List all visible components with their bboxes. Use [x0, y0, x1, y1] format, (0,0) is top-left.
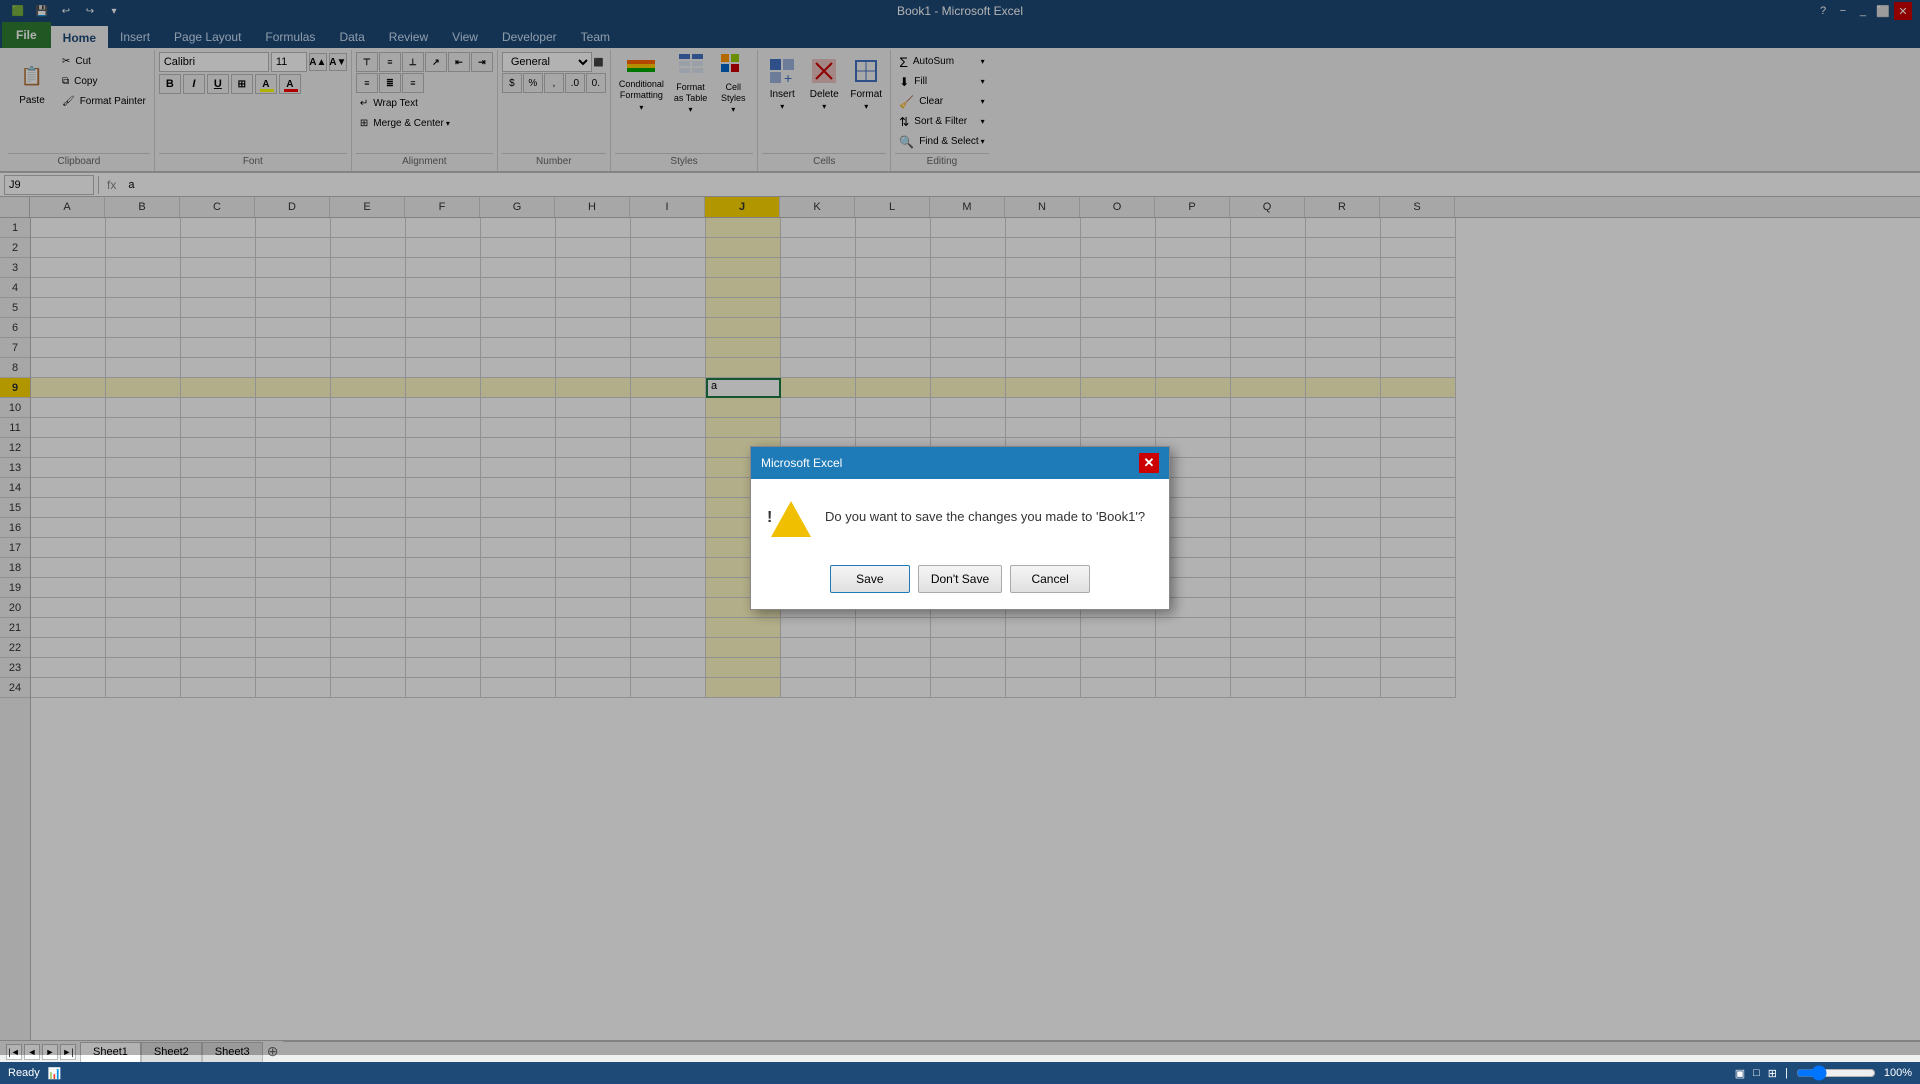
zoom-level: 100%	[1884, 1067, 1912, 1079]
status-bar: Ready 📊 ▣ □ ⊞ | 100%	[0, 1062, 1920, 1084]
dialog-title: Microsoft Excel	[761, 456, 842, 470]
ready-status: Ready	[8, 1067, 40, 1079]
save-dialog: Microsoft Excel ✕ ! Do you want to save …	[750, 446, 1170, 610]
status-icon: 📊	[48, 1067, 62, 1080]
dialog-title-bar: Microsoft Excel ✕	[751, 447, 1169, 479]
status-right: ▣ □ ⊞ | 100%	[1735, 1067, 1912, 1080]
save-button[interactable]: Save	[830, 565, 910, 593]
zoom-separator: |	[1785, 1067, 1788, 1079]
normal-view-btn[interactable]: ▣	[1735, 1067, 1745, 1080]
dialog-close-btn[interactable]: ✕	[1139, 453, 1159, 473]
cancel-button[interactable]: Cancel	[1010, 565, 1090, 593]
dont-save-button[interactable]: Don't Save	[918, 565, 1002, 593]
modal-overlay: Microsoft Excel ✕ ! Do you want to save …	[0, 0, 1920, 1055]
status-left: Ready 📊	[8, 1067, 62, 1080]
dialog-buttons: Save Don't Save Cancel	[751, 555, 1169, 609]
warning-exclaim: !	[767, 509, 772, 527]
dialog-body: ! Do you want to save the changes you ma…	[751, 479, 1169, 555]
warning-triangle-container: !	[771, 501, 811, 537]
zoom-slider[interactable]	[1796, 1069, 1876, 1077]
warning-icon: !	[771, 499, 811, 539]
page-break-btn[interactable]: ⊞	[1768, 1067, 1777, 1080]
warning-triangle	[771, 501, 811, 537]
dialog-message: Do you want to save the changes you made…	[825, 499, 1145, 527]
page-layout-btn[interactable]: □	[1753, 1067, 1760, 1079]
